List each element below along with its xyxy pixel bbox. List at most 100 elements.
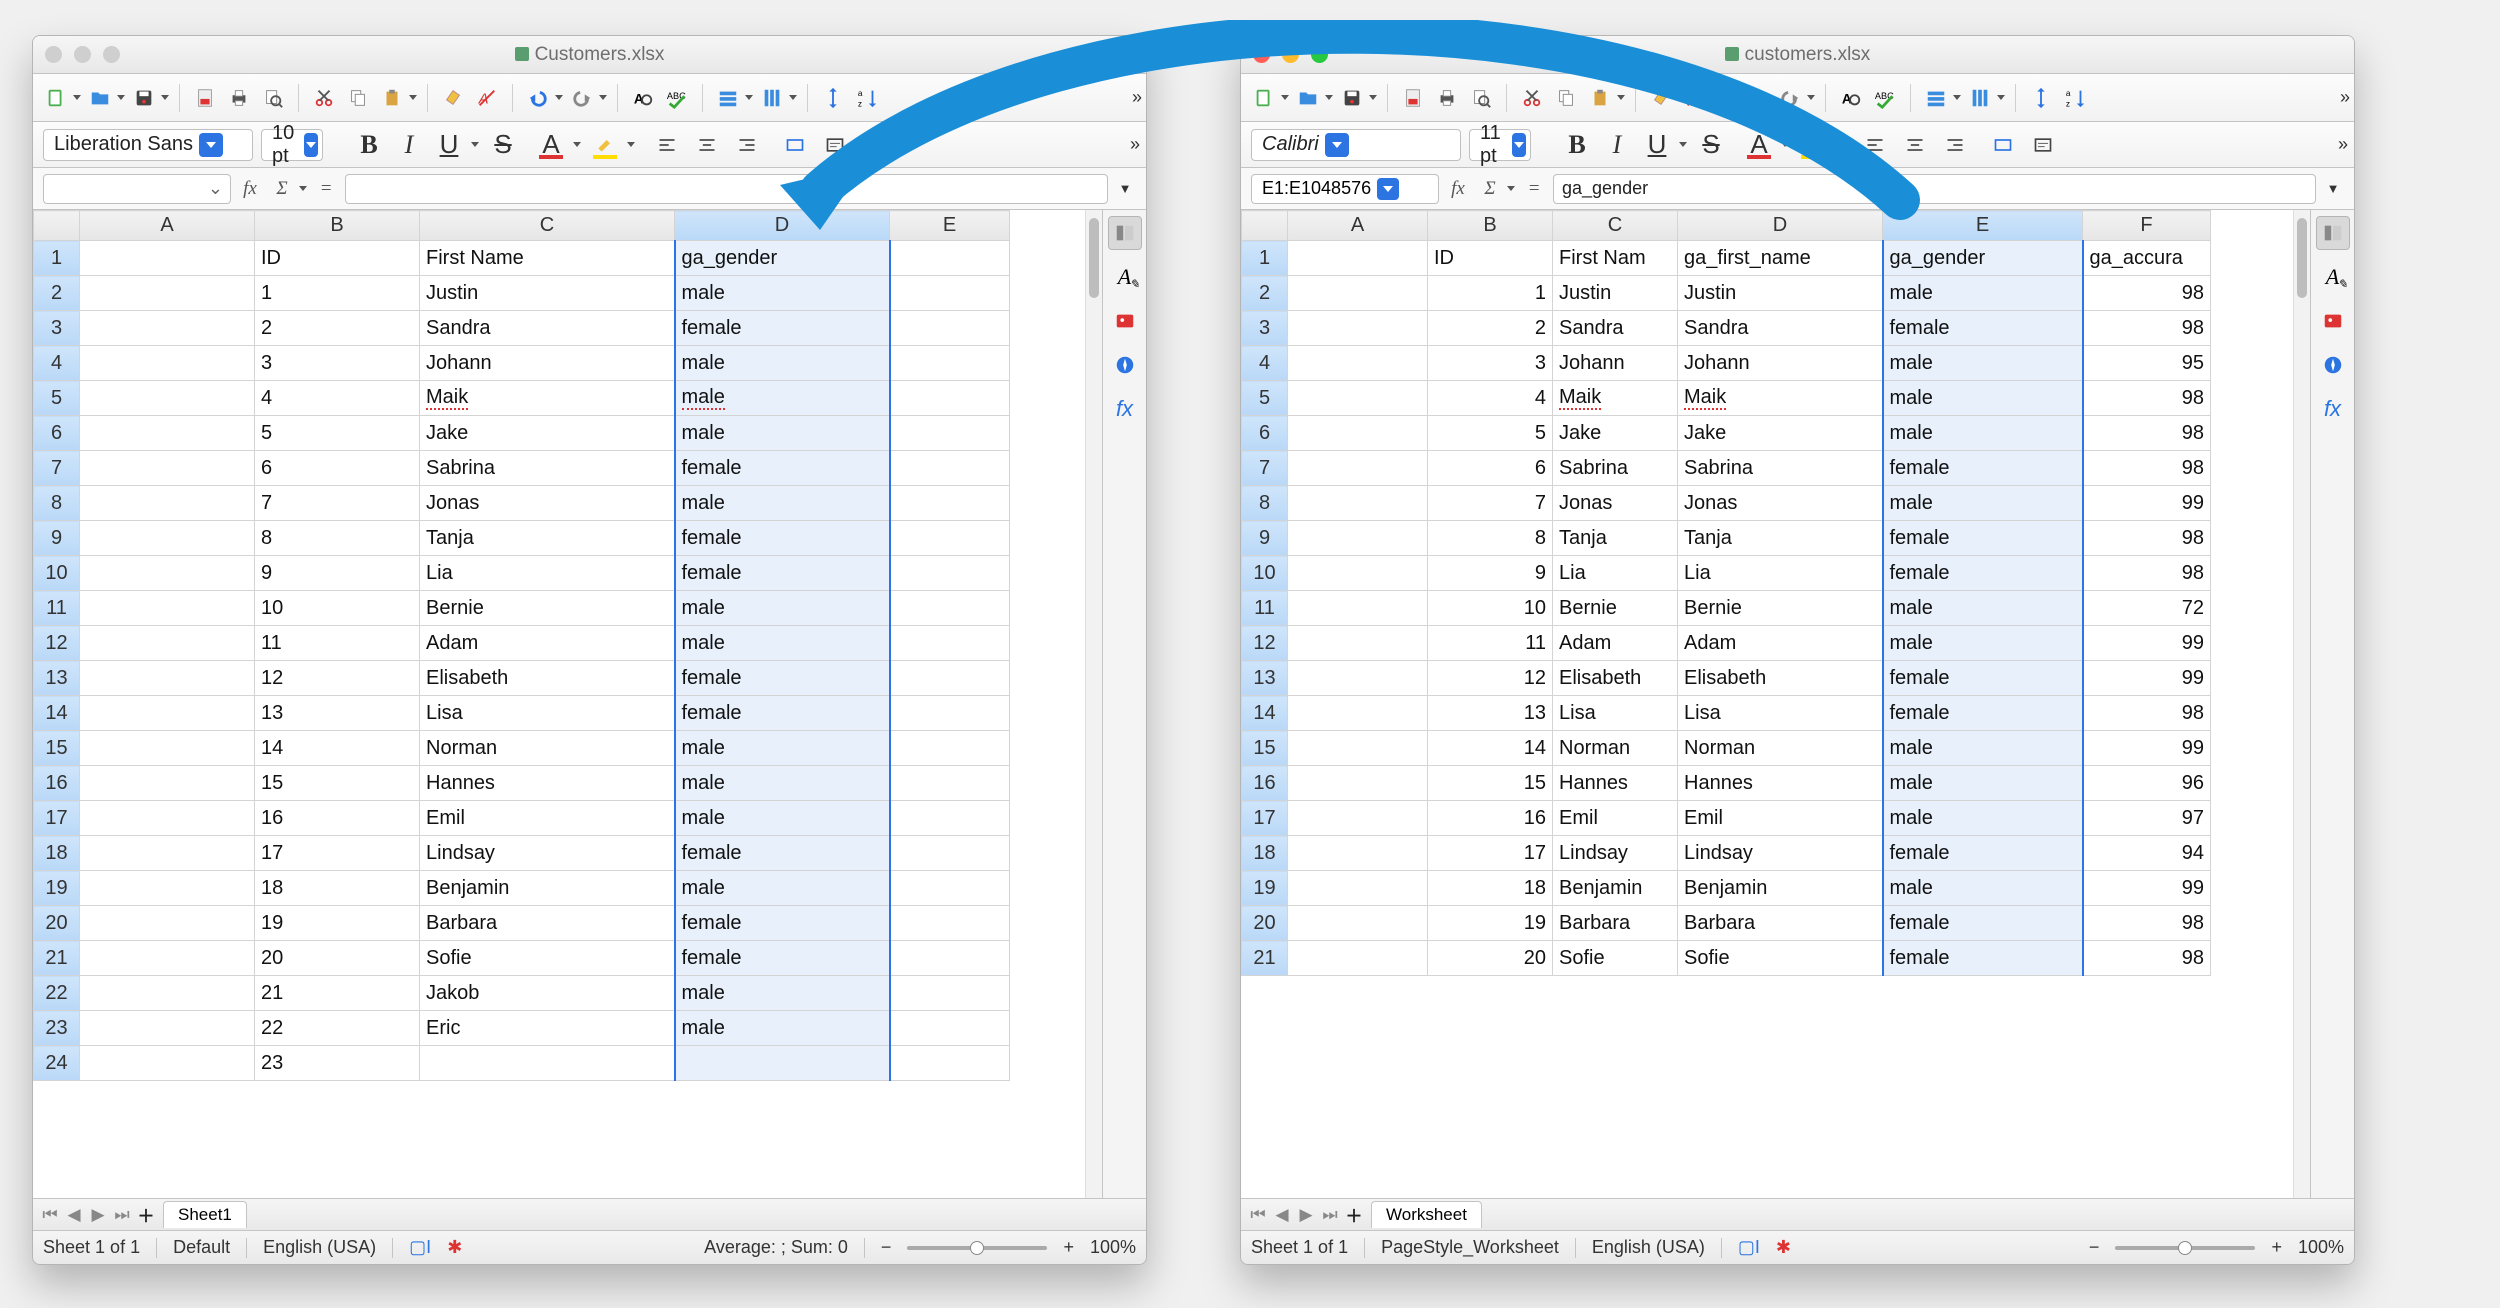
cell[interactable]: [890, 906, 1010, 941]
toolbar-overflow-icon[interactable]: »: [2338, 134, 2344, 155]
cell[interactable]: 3: [255, 346, 420, 381]
cell[interactable]: Justin: [1678, 276, 1883, 311]
cell[interactable]: 18: [1428, 871, 1553, 906]
cell[interactable]: [890, 556, 1010, 591]
cell[interactable]: [890, 941, 1010, 976]
cell[interactable]: Sofie: [1678, 941, 1883, 976]
cell[interactable]: First Nam: [1553, 241, 1678, 276]
column-header[interactable]: A: [80, 211, 255, 241]
cell[interactable]: 98: [2083, 521, 2211, 556]
cell[interactable]: 12: [255, 661, 420, 696]
cell[interactable]: 99: [2083, 871, 2211, 906]
cell[interactable]: 7: [255, 486, 420, 521]
cell[interactable]: Lia: [420, 556, 675, 591]
formula-equals-icon[interactable]: =: [313, 175, 339, 203]
row-header[interactable]: 7: [34, 451, 80, 486]
row-header[interactable]: 2: [34, 276, 80, 311]
cell[interactable]: [1288, 241, 1428, 276]
underline-button[interactable]: U: [1641, 129, 1673, 161]
cell[interactable]: Benjamin: [1678, 871, 1883, 906]
cell[interactable]: 6: [255, 451, 420, 486]
cell[interactable]: male: [675, 346, 890, 381]
cell[interactable]: male: [675, 591, 890, 626]
row-header[interactable]: 3: [34, 311, 80, 346]
row-header[interactable]: 18: [1242, 836, 1288, 871]
cell[interactable]: male: [1883, 871, 2083, 906]
cell[interactable]: 72: [2083, 591, 2211, 626]
row-header[interactable]: 1: [34, 241, 80, 276]
expand-formula-icon[interactable]: ▼: [1114, 178, 1136, 200]
dropdown-icon[interactable]: [161, 95, 169, 100]
cell[interactable]: Tanja: [1553, 521, 1678, 556]
print-icon[interactable]: [224, 83, 254, 113]
row-header[interactable]: 15: [1242, 731, 1288, 766]
column-header[interactable]: C: [1553, 211, 1678, 241]
titlebar[interactable]: customers.xlsx: [1241, 36, 2354, 74]
sort-az-icon[interactable]: az: [852, 83, 882, 113]
cell[interactable]: female: [675, 311, 890, 346]
cell[interactable]: Sofie: [1553, 941, 1678, 976]
dropdown-icon[interactable]: [573, 142, 581, 147]
maximize-button[interactable]: [103, 46, 120, 63]
cell[interactable]: [890, 836, 1010, 871]
cell[interactable]: [80, 836, 255, 871]
sheet-tab[interactable]: Worksheet: [1371, 1201, 1482, 1228]
cell[interactable]: [80, 451, 255, 486]
cell[interactable]: [80, 591, 255, 626]
dropdown-icon[interactable]: [1835, 142, 1843, 147]
cell[interactable]: [1288, 311, 1428, 346]
dropdown-icon[interactable]: [73, 95, 81, 100]
font-name-select[interactable]: Liberation Sans: [43, 129, 253, 161]
cell[interactable]: 97: [2083, 801, 2211, 836]
sort-az-icon[interactable]: az: [2060, 83, 2090, 113]
row-header[interactable]: 10: [34, 556, 80, 591]
navigator-panel-icon[interactable]: [2316, 348, 2350, 382]
cell[interactable]: 15: [1428, 766, 1553, 801]
dropdown-icon[interactable]: [599, 95, 607, 100]
column-header[interactable]: E: [1883, 211, 2083, 241]
cell[interactable]: Sofie: [420, 941, 675, 976]
wrap-button[interactable]: [2027, 129, 2059, 161]
vertical-scrollbar[interactable]: [1085, 210, 1102, 1198]
cell[interactable]: Johann: [1553, 346, 1678, 381]
cell[interactable]: male: [675, 801, 890, 836]
cell[interactable]: [890, 731, 1010, 766]
undo-icon[interactable]: [1731, 83, 1761, 113]
row-header[interactable]: 6: [1242, 416, 1288, 451]
row-icon[interactable]: [713, 83, 743, 113]
zoom-in-icon[interactable]: +: [1063, 1237, 1074, 1258]
cell[interactable]: Benjamin: [1553, 871, 1678, 906]
row-header[interactable]: 22: [34, 976, 80, 1011]
paste-icon[interactable]: [377, 83, 407, 113]
sum-icon[interactable]: Σ: [1477, 175, 1503, 203]
clear-format-icon[interactable]: A: [472, 83, 502, 113]
font-color-button[interactable]: A: [1743, 129, 1775, 161]
cell[interactable]: female: [1883, 906, 2083, 941]
cell[interactable]: ga_first_name: [1678, 241, 1883, 276]
cell[interactable]: 4: [255, 381, 420, 416]
cell[interactable]: male: [1883, 766, 2083, 801]
cell[interactable]: [1288, 486, 1428, 521]
dropdown-icon[interactable]: [304, 133, 318, 157]
cell[interactable]: [80, 241, 255, 276]
cell[interactable]: 22: [255, 1011, 420, 1046]
cell[interactable]: [1288, 766, 1428, 801]
styles-panel-icon[interactable]: A✎: [2316, 260, 2350, 294]
spreadsheet-grid[interactable]: ABCDEF1IDFirst Namga_first_namega_gender…: [1241, 210, 2211, 976]
cell[interactable]: [890, 766, 1010, 801]
cell[interactable]: [1288, 941, 1428, 976]
open-icon[interactable]: [1293, 83, 1323, 113]
spreadsheet-grid[interactable]: ABCDE1IDFirst Namega_gender21Justinmale3…: [33, 210, 1010, 1081]
row-header[interactable]: 21: [34, 941, 80, 976]
cell[interactable]: Hannes: [1553, 766, 1678, 801]
page-style[interactable]: Default: [173, 1237, 230, 1258]
cell[interactable]: male: [1883, 486, 2083, 521]
row-header[interactable]: 10: [1242, 556, 1288, 591]
cell[interactable]: male: [1883, 276, 2083, 311]
row-header[interactable]: 8: [34, 486, 80, 521]
cell[interactable]: 8: [1428, 521, 1553, 556]
clone-format-icon[interactable]: [1646, 83, 1676, 113]
dropdown-icon[interactable]: [299, 186, 307, 191]
cell[interactable]: Lindsay: [1678, 836, 1883, 871]
cell[interactable]: [890, 871, 1010, 906]
